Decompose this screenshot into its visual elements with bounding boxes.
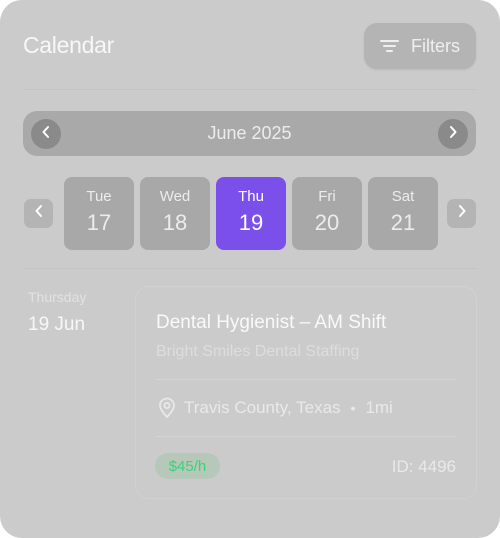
job-company: Bright Smiles Dental Staffing (156, 343, 360, 360)
card-divider (156, 436, 456, 437)
separator-dot: • (350, 400, 356, 416)
week-days: Tue 17 Wed 18 Thu 19 Fri 20 Sat 21 (64, 177, 438, 250)
day-name: Sat (391, 188, 415, 205)
day-number: 20 (314, 210, 340, 235)
day-number: 17 (86, 210, 112, 235)
month-navigator: June 2025 (23, 111, 476, 156)
day-number: 18 (162, 210, 188, 235)
job-location-row: Travis County, Texas • 1mi (158, 397, 393, 419)
day-fri[interactable]: Fri 20 (292, 177, 362, 250)
day-thu-selected[interactable]: Thu 19 (216, 177, 286, 250)
day-name: Fri (318, 188, 336, 205)
calendar-panel: Calendar Filters June 2025 Tue 17 Wed 18… (0, 0, 500, 538)
day-sat[interactable]: Sat 21 (368, 177, 438, 250)
day-number: 21 (390, 210, 416, 235)
selected-date-label: 19 Jun (28, 314, 86, 335)
day-name: Tue (86, 188, 112, 205)
day-number: 19 (238, 210, 264, 235)
prev-week-button[interactable] (24, 199, 53, 228)
job-card[interactable]: Dental Hygienist – AM Shift Bright Smile… (135, 286, 477, 499)
day-name: Wed (159, 188, 191, 205)
month-label: June 2025 (207, 123, 292, 143)
next-month-button[interactable] (438, 119, 468, 149)
selected-weekday: Thursday (28, 289, 87, 305)
chevron-right-icon (457, 204, 467, 223)
filters-button[interactable]: Filters (364, 23, 476, 69)
header: Calendar Filters (23, 22, 476, 70)
page-title: Calendar (23, 32, 114, 58)
map-pin-icon (158, 397, 184, 419)
job-title: Dental Hygienist – AM Shift (156, 312, 387, 333)
chevron-left-icon (34, 204, 44, 223)
header-divider (23, 89, 476, 90)
job-distance: 1mi (365, 398, 393, 417)
card-divider (156, 379, 456, 380)
day-name: Thu (238, 188, 264, 205)
next-week-button[interactable] (447, 199, 476, 228)
filters-label: Filters (411, 35, 460, 56)
selected-date: Thursday 19 Jun (28, 289, 86, 336)
day-tue[interactable]: Tue 17 (64, 177, 134, 250)
job-location: Travis County, Texas (184, 398, 341, 417)
job-id: ID: 4496 (391, 457, 456, 476)
filter-lines-icon (380, 39, 399, 53)
section-divider (23, 268, 476, 269)
pay-badge: $45/h (155, 453, 220, 479)
day-wed[interactable]: Wed 18 (140, 177, 210, 250)
chevron-right-icon (448, 125, 458, 144)
